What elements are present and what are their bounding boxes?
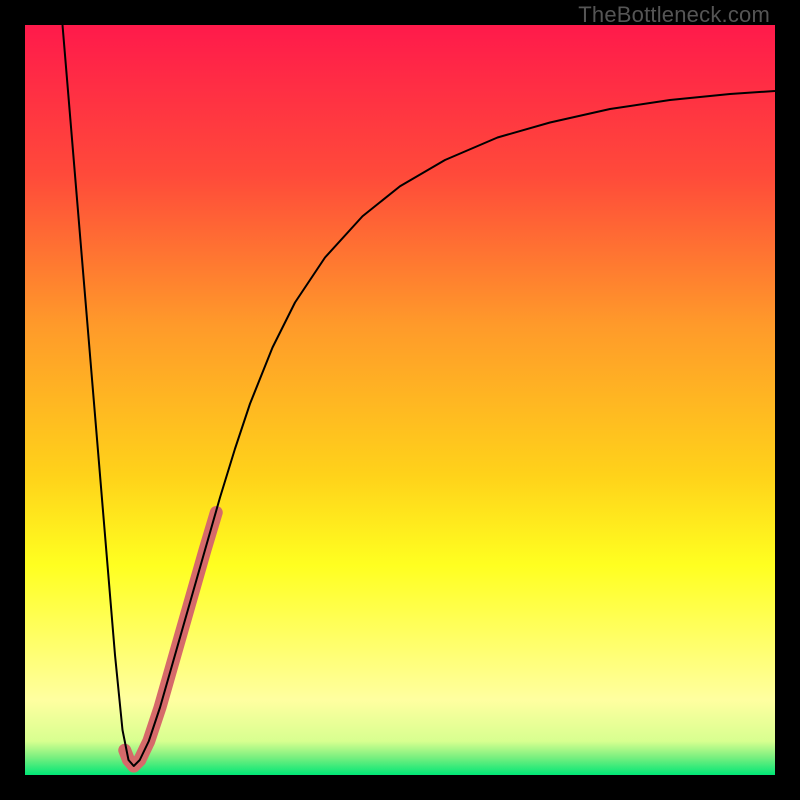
chart-svg	[25, 25, 775, 775]
gradient-background	[25, 25, 775, 775]
chart-frame: TheBottleneck.com	[0, 0, 800, 800]
plot-area	[25, 25, 775, 775]
